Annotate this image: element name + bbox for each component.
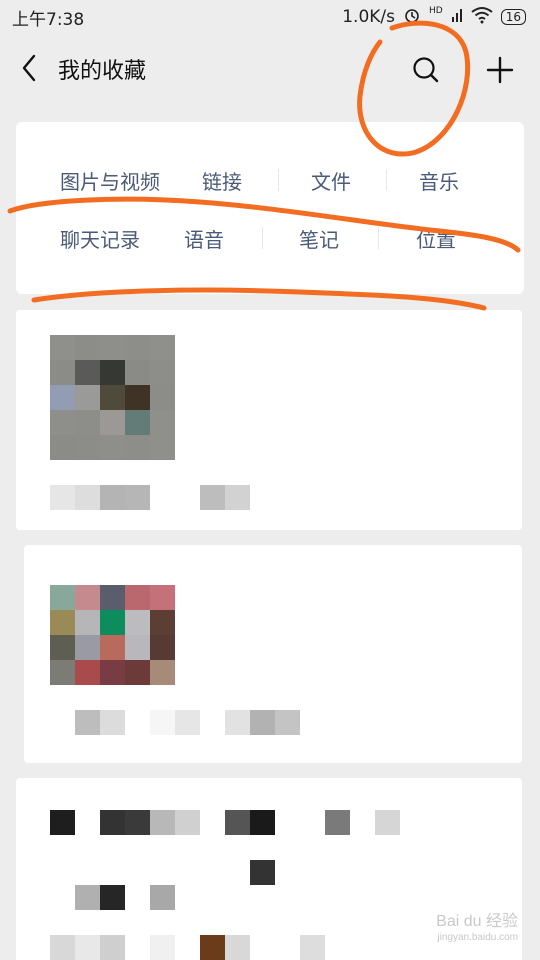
favorite-text-blurred [50,810,450,835]
thumbnail-pixel [100,610,125,635]
watermark-text: Bai du 经验 [436,913,518,930]
favorite-thumbnail [50,585,175,685]
thumbnail-pixel [50,335,75,360]
thumbnail-pixel [125,435,150,460]
favorite-source-blurred [50,710,310,735]
thumbnail-pixel [75,385,100,410]
category-card: 图片与视频 链接 文件 音乐 聊天记录 语音 笔记 位置 [16,122,524,294]
thumbnail-pixel [100,635,125,660]
nav-bar: 我的收藏 [0,36,540,100]
category-divider [386,169,387,191]
category-notes[interactable]: 笔记 [299,224,339,253]
thumbnail-pixel [50,660,75,685]
favorite-text-blurred [50,935,350,960]
thumbnail-pixel [50,360,75,385]
back-button[interactable] [14,50,44,86]
category-photos-videos[interactable]: 图片与视频 [60,166,160,195]
category-links[interactable]: 链接 [202,166,242,195]
thumbnail-pixel [100,385,125,410]
thumbnail-pixel [75,335,100,360]
category-divider [378,227,379,249]
alarm-icon [403,6,421,29]
thumbnail-pixel [125,585,150,610]
thumbnail-pixel [50,435,75,460]
thumbnail-pixel [50,585,75,610]
category-divider [262,227,263,249]
thumbnail-pixel [125,610,150,635]
search-button[interactable] [406,50,446,90]
favorite-text-blurred [50,885,350,910]
category-divider [278,169,279,191]
thumbnail-pixel [150,385,175,410]
watermark-url: jingyan.baidu.com [437,932,518,943]
favorite-item[interactable] [16,310,522,530]
thumbnail-pixel [125,360,150,385]
signal-icon [451,7,463,28]
thumbnail-pixel [150,635,175,660]
thumbnail-pixel [125,335,150,360]
category-voice[interactable]: 语音 [184,224,224,253]
favorite-text-blurred [50,860,350,885]
thumbnail-pixel [75,585,100,610]
chevron-left-icon [22,54,36,82]
thumbnail-pixel [150,610,175,635]
network-speed: 1.0K/s [342,7,396,27]
thumbnail-pixel [100,360,125,385]
category-row-2: 聊天记录 语音 笔记 位置 [16,218,524,258]
category-files[interactable]: 文件 [311,166,351,195]
thumbnail-pixel [75,635,100,660]
thumbnail-pixel [50,635,75,660]
thumbnail-pixel [150,435,175,460]
thumbnail-pixel [150,660,175,685]
wifi-icon [471,6,493,29]
plus-icon [486,56,514,84]
category-music[interactable]: 音乐 [419,166,459,195]
page-title: 我的收藏 [58,59,147,84]
battery-indicator: 16 [500,9,526,25]
thumbnail-pixel [100,660,125,685]
thumbnail-pixel [150,410,175,435]
thumbnail-pixel [125,635,150,660]
add-button[interactable] [480,50,520,90]
status-bar: 上午7:38 1.0K/s HD 16 [0,0,540,34]
thumbnail-pixel [75,360,100,385]
thumbnail-pixel [75,660,100,685]
thumbnail-pixel [50,410,75,435]
thumbnail-pixel [150,360,175,385]
thumbnail-pixel [100,585,125,610]
favorite-thumbnail [50,335,175,460]
favorite-item[interactable] [24,545,522,763]
thumbnail-pixel [125,385,150,410]
category-chat-history[interactable]: 聊天记录 [60,224,140,253]
thumbnail-pixel [125,410,150,435]
thumbnail-pixel [125,660,150,685]
favorite-source-blurred [50,485,250,510]
thumbnail-pixel [100,435,125,460]
thumbnail-pixel [100,335,125,360]
thumbnail-pixel [75,435,100,460]
status-time: 上午7:38 [12,9,85,30]
watermark: Bai du 经验 jingyan.baidu.com [436,914,518,946]
thumbnail-pixel [75,410,100,435]
thumbnail-pixel [75,610,100,635]
category-location[interactable]: 位置 [416,224,456,253]
hd-badge: HD [429,6,443,16]
thumbnail-pixel [150,335,175,360]
status-indicators: 1.0K/s HD 16 [342,6,526,29]
thumbnail-pixel [100,410,125,435]
category-row-1: 图片与视频 链接 文件 音乐 [16,160,524,200]
thumbnail-pixel [50,610,75,635]
thumbnail-pixel [150,585,175,610]
search-icon [413,57,439,83]
thumbnail-pixel [50,385,75,410]
